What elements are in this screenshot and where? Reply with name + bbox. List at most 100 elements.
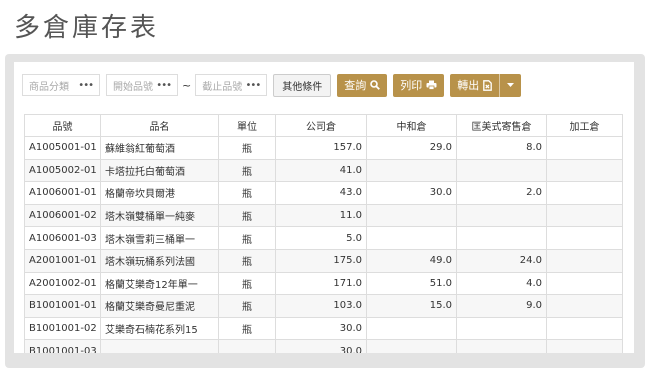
- more-icon[interactable]: •••: [156, 80, 172, 91]
- start-sku-placeholder: 開始品號: [113, 81, 153, 93]
- cell-name: 蘇維翁紅葡萄酒: [100, 136, 219, 160]
- cell-processing: [546, 294, 623, 318]
- column-header-unit[interactable]: 單位: [218, 114, 276, 137]
- cell-name: [100, 339, 219, 353]
- table-row[interactable]: B1001001-02 艾樂奇石楠花系列15 瓶 30.0: [24, 316, 623, 341]
- inventory-table: 品號 品名 單位 公司倉 中和倉 匡美式寄售倉 加工倉 A1005001-01 蘇…: [24, 114, 623, 353]
- cell-company: 11.0: [275, 203, 367, 228]
- cell-company: 30.0: [275, 316, 367, 341]
- table-row[interactable]: A1006001-03 塔木嶺雪莉三桶單一瓶 5.0: [24, 226, 623, 250]
- category-filter-placeholder: 商品分類: [29, 81, 69, 93]
- cell-sku: A2001002-01: [24, 271, 101, 296]
- toolbar: 商品分類 ••• 開始品號 ••• ~ 截止品號 ••• 其他條件 查詢 列印 …: [22, 72, 527, 98]
- cell-sku: A1005002-01: [24, 158, 101, 183]
- cell-processing: [546, 158, 623, 183]
- cell-zhonghe: [366, 316, 457, 341]
- cell-zhonghe: 29.0: [366, 136, 457, 160]
- cell-processing: [546, 226, 623, 250]
- cell-consignment: [456, 226, 547, 250]
- other-conditions-button[interactable]: 其他條件: [273, 73, 332, 97]
- cell-sku: A1006001-01: [24, 181, 101, 205]
- cell-unit: 瓶: [218, 248, 276, 273]
- cell-unit: 瓶: [218, 294, 276, 318]
- search-icon: [370, 80, 381, 90]
- end-sku-placeholder: 截止品號: [202, 81, 243, 93]
- cell-sku: A1006001-03: [24, 226, 101, 250]
- cell-unit: 瓶: [218, 158, 276, 183]
- cell-processing: [546, 181, 623, 205]
- table-row[interactable]: A2001002-01 格蘭艾樂奇12年單一瓶 171.0 51.0 4.0: [24, 271, 623, 296]
- cell-zhonghe: 51.0: [366, 271, 457, 296]
- cell-company: 175.0: [275, 248, 367, 273]
- table-header-row: 品號 品名 單位 公司倉 中和倉 匡美式寄售倉 加工倉: [24, 114, 623, 137]
- query-label: 查詢: [344, 79, 367, 92]
- column-header-sku[interactable]: 品號: [24, 114, 101, 137]
- cell-consignment: 8.0: [456, 136, 547, 160]
- cell-company: 41.0: [275, 158, 367, 183]
- cell-processing: [546, 136, 623, 160]
- cell-unit: 瓶: [218, 226, 276, 250]
- cell-sku: A1006001-02: [24, 203, 101, 228]
- more-icon[interactable]: •••: [246, 80, 262, 91]
- cell-consignment: [456, 316, 547, 341]
- column-header-company-warehouse[interactable]: 公司倉: [275, 114, 367, 137]
- cell-unit: 瓶: [218, 181, 276, 205]
- cell-name: 塔木嶺玩桶系列法國: [100, 248, 219, 273]
- cell-name: 格蘭帝坎貝爾港: [100, 181, 219, 205]
- cell-processing: [546, 248, 623, 273]
- cell-company: 43.0: [275, 181, 367, 205]
- cell-processing: [546, 271, 623, 296]
- cell-consignment: 9.0: [456, 294, 547, 318]
- print-button[interactable]: 列印: [393, 73, 445, 97]
- query-button[interactable]: 查詢: [337, 73, 388, 97]
- cell-company: 5.0: [275, 226, 367, 250]
- cell-name: 塔木嶺雪莉三桶單一: [100, 226, 219, 250]
- table-row[interactable]: B1001001-01 格蘭艾樂奇曼尼重泥瓶 103.0 15.0 9.0: [24, 294, 623, 318]
- inventory-panel: 商品分類 ••• 開始品號 ••• ~ 截止品號 ••• 其他條件 查詢 列印 …: [14, 62, 634, 353]
- cell-zhonghe: 49.0: [366, 248, 457, 273]
- cell-processing: [546, 203, 623, 228]
- cell-sku: A1005001-01: [24, 136, 101, 160]
- cell-unit: 瓶: [218, 203, 276, 228]
- end-sku-filter[interactable]: 截止品號 •••: [195, 74, 268, 96]
- table-row[interactable]: A1006001-01 格蘭帝坎貝爾港瓶 43.0 30.0 2.0: [24, 181, 623, 205]
- export-button[interactable]: 轉出: [450, 73, 522, 97]
- cell-zhonghe: [366, 339, 457, 353]
- printer-icon: [426, 80, 437, 90]
- cell-sku: A2001001-01: [24, 248, 101, 273]
- export-label: 轉出: [457, 79, 480, 92]
- table-row[interactable]: B1001001-03 30.0: [24, 339, 623, 353]
- table-row[interactable]: A1006001-02 塔木嶺雙桶單一純麥瓶 11.0: [24, 203, 623, 228]
- cell-consignment: 2.0: [456, 181, 547, 205]
- column-header-consignment-warehouse[interactable]: 匡美式寄售倉: [456, 114, 547, 137]
- cell-consignment: [456, 203, 547, 228]
- cell-zhonghe: 30.0: [366, 181, 457, 205]
- column-header-processing-warehouse[interactable]: 加工倉: [546, 114, 623, 137]
- page-title: 多倉庫存表: [14, 13, 160, 43]
- table-row[interactable]: A1005002-01 卡塔拉托白葡萄酒瓶 41.0: [24, 158, 623, 183]
- column-header-name[interactable]: 品名: [100, 114, 219, 137]
- caret-down-icon[interactable]: [499, 73, 515, 97]
- cell-zhonghe: [366, 226, 457, 250]
- cell-consignment: 24.0: [456, 248, 547, 273]
- cell-zhonghe: 15.0: [366, 294, 457, 318]
- cell-consignment: [456, 339, 547, 353]
- cell-zhonghe: [366, 203, 457, 228]
- cell-sku: B1001001-03: [24, 339, 101, 353]
- category-filter[interactable]: 商品分類 •••: [22, 74, 100, 96]
- column-header-zhonghe-warehouse[interactable]: 中和倉: [366, 114, 457, 137]
- cell-unit: 瓶: [218, 136, 276, 160]
- table-row[interactable]: A1005001-01 蘇維翁紅葡萄酒瓶 157.0 29.0 8.0: [24, 136, 623, 160]
- table-row[interactable]: A2001001-01 塔木嶺玩桶系列法國瓶 175.0 49.0 24.0: [24, 248, 623, 273]
- cell-name: 格蘭艾樂奇曼尼重泥: [100, 294, 219, 318]
- cell-company: 103.0: [275, 294, 367, 318]
- range-separator: ~: [182, 78, 192, 92]
- cell-unit: [218, 339, 276, 353]
- cell-unit: 瓶: [218, 316, 276, 341]
- more-icon[interactable]: •••: [78, 80, 94, 91]
- cell-company: 30.0: [275, 339, 367, 353]
- cell-zhonghe: [366, 158, 457, 183]
- cell-consignment: 4.0: [456, 271, 547, 296]
- cell-name: 艾樂奇石楠花系列15: [100, 316, 219, 341]
- start-sku-filter[interactable]: 開始品號 •••: [106, 74, 178, 96]
